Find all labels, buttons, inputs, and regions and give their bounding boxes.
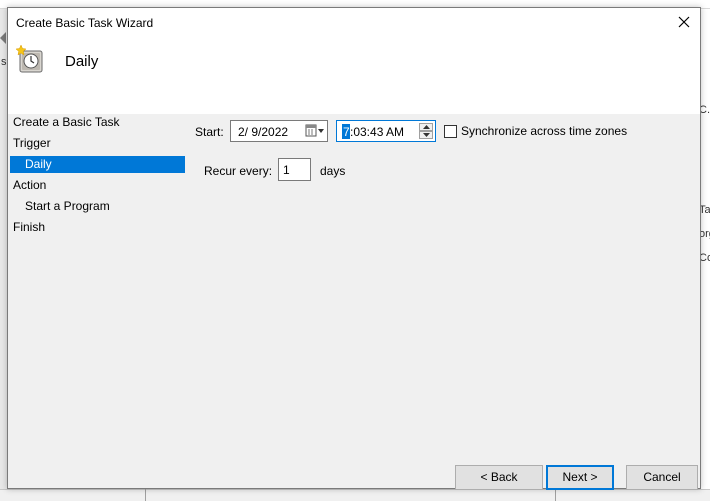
start-time-picker[interactable]: 7 :03:43 AM <box>336 120 436 142</box>
calendar-icon <box>305 124 324 137</box>
time-spin-up-button[interactable] <box>419 123 433 131</box>
chevron-up-icon <box>423 125 430 129</box>
background-divider <box>555 489 556 501</box>
back-button[interactable]: < Back <box>455 465 543 490</box>
page-title: Daily <box>65 53 99 70</box>
nav-step-daily: Daily <box>10 156 185 173</box>
synchronize-checkbox[interactable] <box>444 125 457 138</box>
recur-unit-label: days <box>320 164 346 178</box>
nav-step-action: Action <box>13 178 47 192</box>
time-value: :03:43 AM <box>350 125 405 139</box>
close-button[interactable] <box>668 8 700 38</box>
background-bottom-bar <box>0 489 710 501</box>
cancel-button[interactable]: Cancel <box>626 465 698 490</box>
next-button[interactable]: Next > <box>546 465 614 490</box>
task-clock-icon <box>16 44 43 73</box>
chevron-down-icon <box>423 133 430 137</box>
start-label: Start: <box>195 125 224 139</box>
background-divider <box>145 489 146 501</box>
title-bar[interactable]: Create Basic Task Wizard <box>8 8 700 38</box>
nav-step-trigger: Trigger <box>13 136 51 150</box>
wizard-header: Daily <box>8 38 700 114</box>
recur-value: 1 <box>283 163 290 177</box>
date-value: 2/ 9/2022 <box>238 125 289 139</box>
time-hour-selected[interactable]: 7 <box>342 124 350 139</box>
recur-label: Recur every: <box>204 164 273 178</box>
recur-every-input[interactable]: 1 <box>278 158 311 181</box>
wizard-dialog: Create Basic Task Wizard Daily Create a … <box>7 7 701 490</box>
synchronize-label[interactable]: Synchronize across time zones <box>461 124 627 138</box>
nav-step-create-basic-task: Create a Basic Task <box>13 115 120 129</box>
nav-step-label: Daily <box>25 157 52 171</box>
background-left-text: s <box>1 56 7 68</box>
nav-step-start-program: Start a Program <box>25 199 110 213</box>
background-expand-icon <box>0 32 6 44</box>
calendar-dropdown-button[interactable] <box>305 124 325 138</box>
close-icon <box>678 16 690 28</box>
nav-step-finish: Finish <box>13 220 46 234</box>
time-spin-down-button[interactable] <box>419 131 433 139</box>
start-date-picker[interactable]: 2/ 9/2022 <box>230 120 328 142</box>
window-title: Create Basic Task Wizard <box>16 16 154 30</box>
